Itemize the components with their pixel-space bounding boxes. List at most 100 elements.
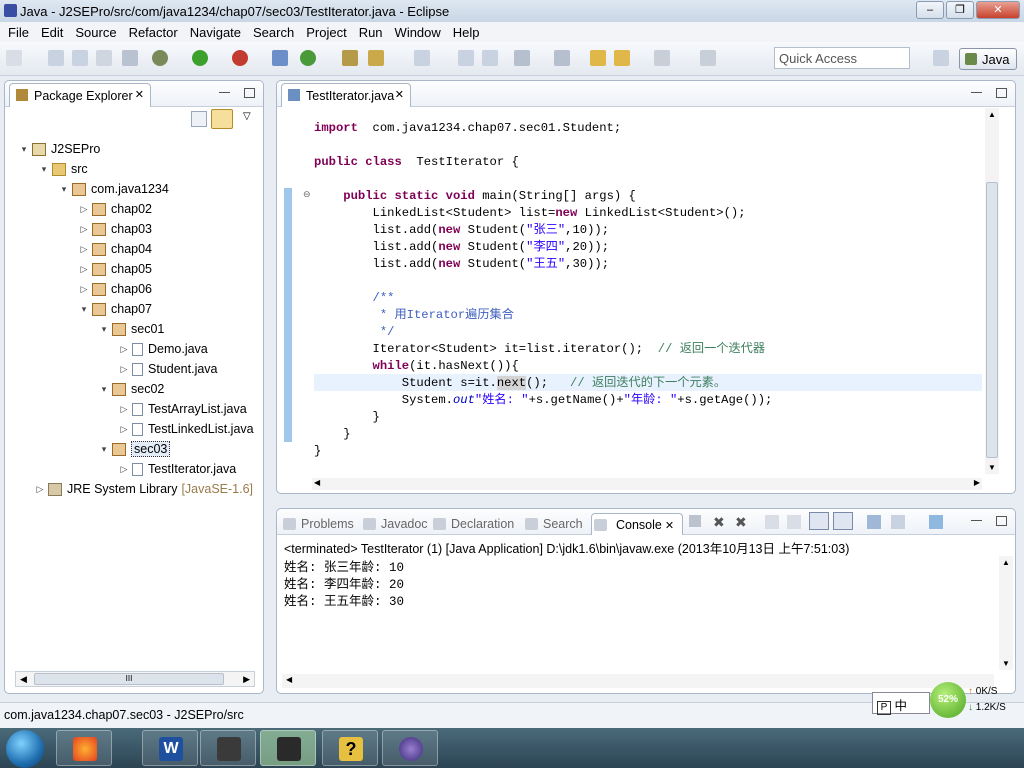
forward-icon[interactable]: [654, 50, 670, 66]
tab-search[interactable]: Search: [523, 513, 583, 535]
editor-horizontal-scrollbar[interactable]: ◀ ▶: [312, 478, 982, 490]
code-line[interactable]: list.add(new Student("王五",30));: [314, 256, 610, 273]
close-tab-icon[interactable]: ✕: [662, 520, 674, 532]
taskbar-app-help[interactable]: ?: [322, 730, 378, 766]
code-line[interactable]: }: [314, 426, 350, 443]
tree-item[interactable]: ▷ chap04: [79, 239, 152, 259]
code-line[interactable]: System.out"姓名: "+s.getName()+"年龄: "+s.ge…: [314, 392, 773, 409]
editor-vertical-scrollbar[interactable]: ▲ ▼: [985, 108, 999, 474]
last-edit-location-icon[interactable]: [590, 50, 606, 66]
tree-item[interactable]: ▷ TestLinkedList.java: [119, 419, 254, 439]
tree-item[interactable]: ▾ J2SEPro: [19, 139, 101, 159]
run-icon[interactable]: [192, 50, 208, 66]
chevron-down-icon[interactable]: ▾: [99, 324, 109, 335]
ime-indicator[interactable]: P 中: [872, 692, 930, 715]
chevron-down-icon[interactable]: ▾: [99, 444, 109, 455]
chevron-right-icon[interactable]: ▷: [79, 264, 89, 275]
fold-collapse-icon[interactable]: ⊖: [303, 189, 311, 200]
maximize-console-icon[interactable]: [996, 516, 1007, 526]
chevron-right-icon[interactable]: ▷: [119, 344, 129, 355]
chevron-down-icon[interactable]: ▾: [99, 384, 109, 395]
terminate-icon[interactable]: [689, 515, 701, 527]
collapse-all-icon[interactable]: [191, 111, 207, 127]
chevron-down-icon[interactable]: ▾: [59, 184, 69, 195]
code-line[interactable]: }: [314, 409, 380, 426]
chevron-down-icon[interactable]: ▾: [19, 144, 29, 155]
code-line[interactable]: public static void main(String[] args) {: [314, 188, 636, 205]
toggle-mark-occurrences-icon[interactable]: [414, 50, 430, 66]
chevron-down-icon[interactable]: ▾: [39, 164, 49, 175]
tree-item[interactable]: ▷ Student.java: [119, 359, 218, 379]
menu-window[interactable]: Window: [389, 25, 447, 40]
tree-item[interactable]: ▷ JRE System Library [JavaSE-1.6]: [35, 479, 254, 499]
code-line[interactable]: list.add(new Student("李四",20));: [314, 239, 610, 256]
chevron-right-icon[interactable]: ▷: [79, 284, 89, 295]
java-perspective-button[interactable]: Java: [959, 48, 1017, 70]
tree-item[interactable]: ▷ TestIterator.java: [119, 459, 237, 479]
tree-item[interactable]: ▾ sec02: [99, 379, 165, 399]
tab-console[interactable]: Console ✕: [591, 513, 684, 535]
menu-source[interactable]: Source: [69, 25, 122, 40]
menu-project[interactable]: Project: [300, 25, 352, 40]
back-icon[interactable]: [614, 50, 630, 66]
show-console-stdout-icon[interactable]: [809, 512, 829, 530]
scroll-thumb[interactable]: III: [34, 673, 224, 685]
view-menu-chevron-down-icon[interactable]: ▽: [243, 111, 251, 122]
code-line[interactable]: LinkedList<Student> list=new LinkedList<…: [314, 205, 746, 222]
minimize-button[interactable]: –: [916, 1, 944, 19]
tab-package-explorer[interactable]: Package Explorer ✕: [9, 83, 151, 107]
external-tools-icon[interactable]: [232, 50, 248, 66]
remove-all-launches-icon[interactable]: ✖: [735, 514, 747, 531]
block-selection-icon[interactable]: [482, 50, 498, 66]
quick-access-input[interactable]: Quick Access: [774, 47, 910, 69]
console-vertical-scrollbar[interactable]: ▲ ▼: [999, 556, 1013, 670]
tab-javadoc[interactable]: Javadoc: [361, 513, 428, 535]
chevron-right-icon[interactable]: ▷: [119, 404, 129, 415]
show-console-stderr-icon[interactable]: [833, 512, 853, 530]
menu-navigate[interactable]: Navigate: [184, 25, 247, 40]
minimize-view-icon[interactable]: [219, 92, 230, 94]
tree-item[interactable]: ▾ sec03: [99, 439, 171, 459]
taskbar-app-camtasia[interactable]: [260, 730, 316, 766]
scroll-thumb[interactable]: [986, 182, 998, 458]
code-line[interactable]: list.add(new Student("张三",10));: [314, 222, 610, 239]
skip-breakpoints-icon[interactable]: [122, 50, 138, 66]
tab-testiterator-java[interactable]: TestIterator.java ✕: [281, 83, 411, 107]
chevron-right-icon[interactable]: ▷: [119, 424, 129, 435]
minimize-console-icon[interactable]: [971, 520, 982, 522]
code-line[interactable]: import com.java1234.chap07.sec01.Student…: [314, 120, 621, 137]
minimize-editor-icon[interactable]: [971, 92, 982, 94]
code-line[interactable]: * 用Iterator遍历集合: [314, 307, 514, 324]
code-line[interactable]: }: [314, 443, 321, 460]
save-icon[interactable]: [48, 50, 64, 66]
code-line[interactable]: Iterator<Student> it=list.iterator(); //…: [314, 341, 766, 358]
new-class-icon[interactable]: [300, 50, 316, 66]
next-annotation-icon[interactable]: [514, 50, 530, 66]
save-all-icon[interactable]: [72, 50, 88, 66]
tab-declaration[interactable]: Declaration: [431, 513, 514, 535]
chevron-right-icon[interactable]: ▷: [119, 464, 129, 475]
remove-launch-icon[interactable]: ✖: [713, 514, 725, 531]
code-line[interactable]: /**: [314, 290, 395, 307]
menu-file[interactable]: File: [2, 25, 35, 40]
menu-run[interactable]: Run: [353, 25, 389, 40]
code-line[interactable]: public class TestIterator {: [314, 154, 519, 171]
display-console-icon[interactable]: [891, 515, 905, 529]
tree-item[interactable]: ▷ TestArrayList.java: [119, 399, 247, 419]
taskbar-app-eclipse[interactable]: [382, 730, 438, 766]
new-icon[interactable]: [6, 50, 22, 66]
chevron-right-icon[interactable]: ▷: [79, 244, 89, 255]
debug-icon[interactable]: [152, 50, 168, 66]
open-perspective-icon[interactable]: [933, 50, 949, 66]
tree-item[interactable]: ▷ chap02: [79, 199, 152, 219]
chevron-right-icon[interactable]: ▷: [79, 224, 89, 235]
taskbar-app-media[interactable]: [56, 730, 112, 766]
pin-console-icon[interactable]: [867, 515, 881, 529]
menu-search[interactable]: Search: [247, 25, 300, 40]
close-button[interactable]: ✕: [976, 1, 1020, 19]
maximize-editor-icon[interactable]: [996, 88, 1007, 98]
previous-annotation-icon[interactable]: [554, 50, 570, 66]
close-tab-icon[interactable]: ✕: [395, 88, 404, 101]
print-icon[interactable]: [96, 50, 112, 66]
taskbar-app-word[interactable]: W: [142, 730, 198, 766]
